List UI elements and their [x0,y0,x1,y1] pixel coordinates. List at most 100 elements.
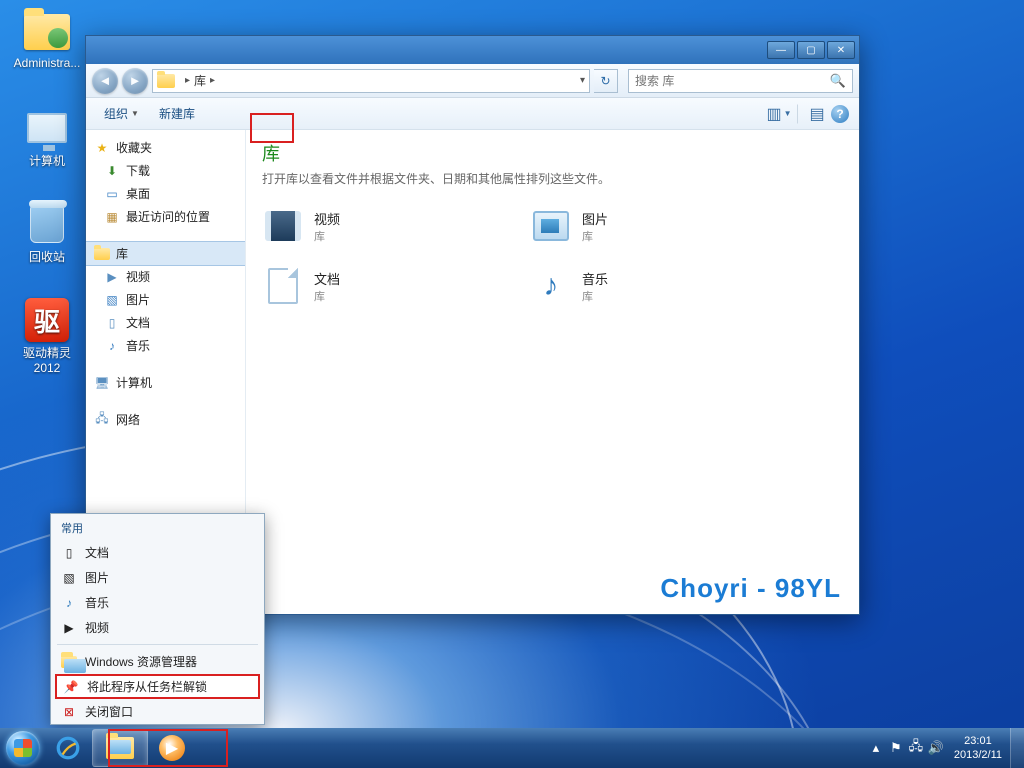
media-player-icon: ▶ [159,735,185,761]
music-icon: ♪ [104,338,120,354]
breadcrumb-sep: ▸ [210,75,215,86]
jumplist-videos[interactable]: ▶视频 [51,615,264,640]
refresh-button[interactable]: ↻ [594,69,618,93]
desktop-icon-computer[interactable]: 计算机 [8,104,86,169]
user-folder-icon [24,14,70,50]
view-options-button[interactable]: ▥ ▼ [769,104,789,124]
taskbar-clock[interactable]: 23:01 2013/2/11 [946,734,1010,762]
desktop-icon: ▭ [104,186,120,202]
icon-label: Administra... [14,56,81,70]
computer-icon: 🖥 [94,375,110,391]
taskbar-media-player[interactable]: ▶ [150,729,194,767]
jumplist-pictures[interactable]: ▧图片 [51,565,264,590]
jumplist-close-window[interactable]: ⊠关闭窗口 [51,699,264,724]
breadcrumb-root[interactable]: 库 [194,72,206,89]
unpin-icon: 📌 [63,679,79,695]
search-icon: 🔍 [830,73,846,89]
sidebar-desktop[interactable]: ▭桌面 [86,182,245,205]
sidebar-downloads[interactable]: ⬇下载 [86,159,245,182]
taskbar: ▶ ▴ ⚑ 🖧 🔊 23:01 2013/2/11 [0,728,1024,768]
libraries-icon [94,248,110,260]
music-icon: ♪ [61,595,77,611]
library-item-pictures[interactable]: 图片库 [530,205,780,247]
page-subtitle: 打开库以查看文件并根据文件夹、日期和其他属性排列这些文件。 [262,170,843,187]
icon-label: 回收站 [29,248,65,265]
command-bar: 组织▼ 新建库 ▥ ▼ ▤ ? [86,98,859,130]
taskbar-explorer[interactable] [92,729,148,767]
picture-library-icon [533,211,569,241]
help-button[interactable]: ? [831,105,849,123]
picture-icon: ▧ [104,292,120,308]
sidebar-libraries[interactable]: 库 [86,241,245,266]
start-button[interactable] [0,728,46,768]
sidebar-network[interactable]: 🖧网络 [86,408,245,431]
sidebar-documents[interactable]: ▯文档 [86,311,245,334]
tray-overflow[interactable]: ▴ [866,740,886,756]
ie-icon [55,735,81,761]
tray-action-center-icon[interactable]: ⚑ [886,740,906,756]
nav-back-button[interactable]: ◄ [92,68,118,94]
document-icon: ▯ [61,545,77,561]
organize-menu[interactable]: 组织▼ [96,101,147,126]
content-pane: 库 打开库以查看文件并根据文件夹、日期和其他属性排列这些文件。 视频库 图片库 … [246,130,859,614]
driver-genius-icon: 驱 [25,298,69,342]
tray-volume-icon[interactable]: 🔊 [926,740,946,756]
icon-label: 计算机 [29,152,65,169]
library-item-music[interactable]: ♪ 音乐库 [530,265,780,307]
sidebar-computer[interactable]: 🖥计算机 [86,371,245,394]
desktop-icon-driver-genius[interactable]: 驱 驱动精灵 2012 [8,296,86,375]
windows-orb-icon [6,731,40,765]
picture-icon: ▧ [61,570,77,586]
search-input[interactable] [635,74,830,88]
taskbar-ie[interactable] [46,729,90,767]
jumplist-header: 常用 [51,514,264,540]
search-box[interactable]: 🔍 [628,69,853,93]
desktop-icon-administrator[interactable]: Administra... [8,8,86,70]
tray-network-icon[interactable]: 🖧 [906,737,926,759]
recycle-bin-icon [30,205,64,243]
address-bar[interactable]: ▸ 库 ▸ ▾ [152,69,590,93]
document-library-icon [268,268,298,304]
taskbar-jump-list: 常用 ▯文档 ▧图片 ♪音乐 ▶视频 Windows 资源管理器 📌将此程序从任… [50,513,265,725]
document-icon: ▯ [104,315,120,331]
jumplist-unpin[interactable]: 📌将此程序从任务栏解锁 [55,674,260,699]
dropdown-icon[interactable]: ▾ [580,75,585,86]
library-item-videos[interactable]: 视频库 [262,205,512,247]
sidebar-recent[interactable]: ▦最近访问的位置 [86,205,245,228]
nav-forward-button[interactable]: ► [122,68,148,94]
clock-time: 23:01 [954,734,1002,748]
sidebar-favorites[interactable]: ★收藏夹 [86,136,245,159]
jumplist-music[interactable]: ♪音乐 [51,590,264,615]
jumplist-documents[interactable]: ▯文档 [51,540,264,565]
recent-icon: ▦ [104,209,120,225]
icon-label: 驱动精灵 2012 [23,344,71,375]
star-icon: ★ [94,140,110,156]
new-library-button[interactable]: 新建库 [151,101,203,126]
close-icon: ⊠ [61,704,77,720]
sidebar-pictures[interactable]: ▧图片 [86,288,245,311]
watermark: Choyri - 98YL [660,573,841,604]
video-icon: ▶ [104,269,120,285]
close-button[interactable]: ✕ [827,41,855,59]
library-item-documents[interactable]: 文档库 [262,265,512,307]
show-desktop-button[interactable] [1010,728,1024,768]
video-library-icon [265,211,301,241]
libraries-icon [157,74,175,88]
download-icon: ⬇ [104,163,120,179]
title-bar[interactable]: — ▢ ✕ [86,36,859,64]
music-library-icon: ♪ [544,269,559,303]
clock-date: 2013/2/11 [954,748,1002,762]
preview-pane-button[interactable]: ▤ [807,104,827,124]
explorer-icon [61,654,77,670]
breadcrumb-sep: ▸ [185,75,190,86]
sidebar-videos[interactable]: ▶视频 [86,265,245,288]
nav-bar: ◄ ► ▸ 库 ▸ ▾ ↻ 🔍 [86,64,859,98]
minimize-button[interactable]: — [767,41,795,59]
system-tray: ▴ ⚑ 🖧 🔊 23:01 2013/2/11 [866,728,1024,768]
separator [57,644,258,645]
explorer-icon [106,737,134,759]
desktop-icon-recycle-bin[interactable]: 回收站 [8,200,86,265]
jumplist-open-explorer[interactable]: Windows 资源管理器 [51,649,264,674]
sidebar-music[interactable]: ♪音乐 [86,334,245,357]
maximize-button[interactable]: ▢ [797,41,825,59]
